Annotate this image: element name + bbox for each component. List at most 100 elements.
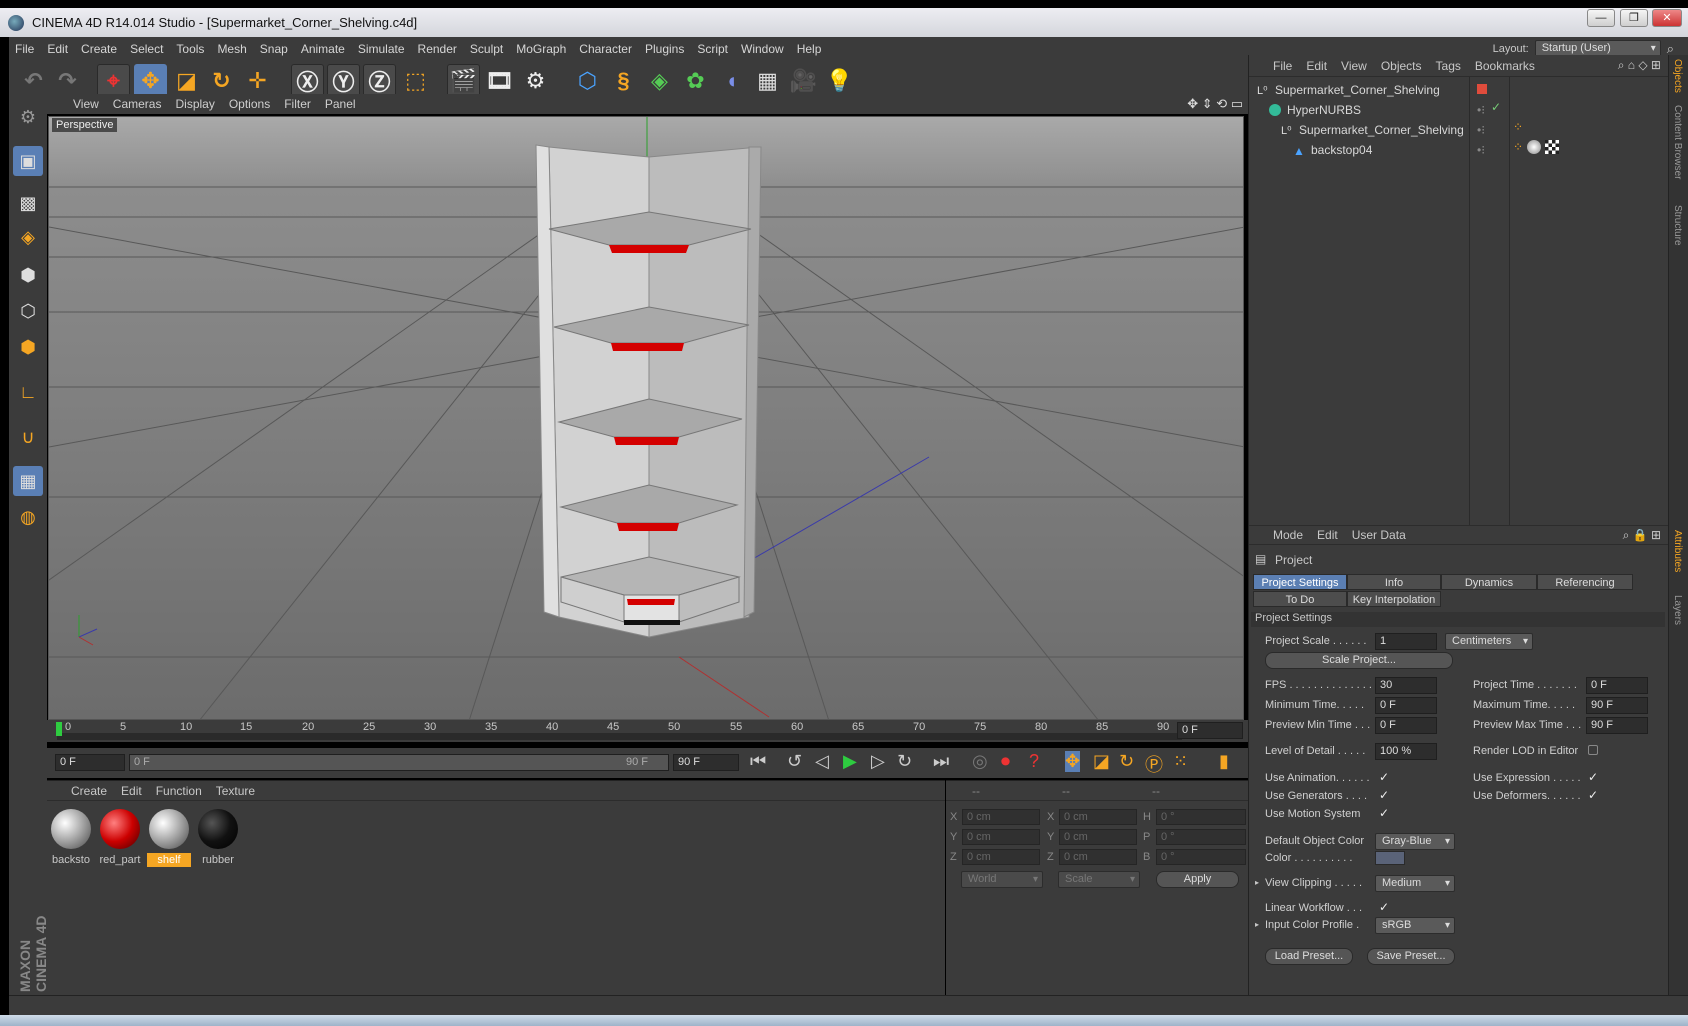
workplane-icon[interactable]: ◈ [13, 222, 43, 252]
coordinate-system-icon[interactable]: ⬚ [399, 64, 432, 97]
scale-project-button[interactable]: Scale Project... [1265, 652, 1453, 669]
preview-max-field[interactable]: 90 F [1586, 717, 1648, 734]
rotation-h-field[interactable]: 0 ° [1156, 809, 1246, 825]
preview-min-field[interactable]: 0 F [1375, 717, 1437, 734]
rotate-tool-icon[interactable]: ↻ [205, 64, 238, 97]
texture-tag-icon[interactable] [1545, 140, 1559, 154]
size-x-field[interactable]: 0 cm [1059, 809, 1137, 825]
tab-todo[interactable]: To Do [1253, 591, 1347, 607]
fps-field[interactable]: 30 [1375, 677, 1437, 694]
menu-render[interactable]: Render [418, 42, 457, 56]
material-rubber[interactable]: rubber [196, 809, 240, 867]
rotation-p-field[interactable]: 0 ° [1156, 829, 1246, 845]
scale-tool-icon[interactable]: ◪ [170, 64, 203, 97]
play-icon[interactable]: ▶ [843, 751, 857, 772]
redo-icon[interactable]: ↷ [51, 64, 84, 97]
use-expression-checkbox[interactable]: ✓ [1588, 771, 1600, 783]
step-back-icon[interactable]: ◁ [815, 751, 829, 772]
rotation-b-field[interactable]: 0 ° [1156, 849, 1246, 865]
side-tab-structure[interactable]: Structure [1672, 205, 1683, 246]
tab-dynamics[interactable]: Dynamics [1441, 574, 1537, 590]
layer-color-swatch[interactable] [1477, 84, 1487, 94]
lod-field[interactable]: 100 % [1375, 743, 1437, 760]
model-mode-icon[interactable]: ▣ [13, 146, 43, 176]
light-icon[interactable]: 💡 [823, 64, 856, 97]
max-time-field[interactable]: 90 F [1586, 697, 1648, 714]
coord-world-select[interactable]: World [961, 871, 1043, 888]
menu-character[interactable]: Character [579, 42, 632, 56]
side-tab-layers[interactable]: Layers [1672, 595, 1683, 625]
tab-referencing[interactable]: Referencing [1537, 574, 1633, 590]
visibility-dots[interactable]: •⁝ [1477, 143, 1485, 157]
points-mode-icon[interactable]: ⬢ [13, 260, 43, 290]
linear-workflow-checkbox[interactable]: ✓ [1379, 901, 1391, 913]
array-icon[interactable]: ✿ [679, 64, 712, 97]
object-toolbar-icons[interactable]: ⌕ ⌂ ◇ ⊞ [1618, 58, 1661, 73]
input-color-profile-select[interactable]: sRGB [1375, 917, 1455, 934]
tab-info[interactable]: Info [1347, 574, 1441, 590]
goto-start-icon[interactable]: ⏮ [750, 751, 766, 772]
step-forward-icon[interactable]: ▷ [871, 751, 885, 772]
object-menu-file[interactable]: File [1273, 59, 1292, 73]
project-scale-field[interactable]: 1 [1375, 633, 1437, 650]
playhead[interactable] [56, 722, 62, 736]
use-deformers-checkbox[interactable]: ✓ [1588, 789, 1600, 801]
side-tab-content-browser[interactable]: Content Browser [1672, 105, 1683, 179]
tab-key-interpolation[interactable]: Key Interpolation [1347, 591, 1441, 607]
menu-mesh[interactable]: Mesh [217, 42, 246, 56]
object-menu-edit[interactable]: Edit [1306, 59, 1327, 73]
key-scale-icon[interactable]: ◪ [1093, 751, 1110, 772]
record-keys-icon[interactable]: ⏺ [1001, 751, 1010, 772]
key-position-icon[interactable]: ✥ [1065, 751, 1081, 772]
menu-tools[interactable]: Tools [176, 42, 204, 56]
material-menu-texture[interactable]: Texture [216, 784, 255, 798]
attr-menu-mode[interactable]: Mode [1273, 528, 1303, 542]
axis-mode-icon[interactable]: ∟ [13, 377, 43, 407]
menu-edit[interactable]: Edit [47, 42, 68, 56]
phong-tag-icon[interactable]: ⁘ [1513, 140, 1523, 154]
attr-menu-edit[interactable]: Edit [1317, 528, 1338, 542]
corner-shelf-model[interactable] [535, 144, 762, 638]
menu-sculpt[interactable]: Sculpt [470, 42, 503, 56]
use-animation-checkbox[interactable]: ✓ [1379, 771, 1391, 783]
material-menu-create[interactable]: Create [71, 784, 107, 798]
nurbs-icon[interactable]: ◈ [643, 64, 676, 97]
material-menu-function[interactable]: Function [156, 784, 202, 798]
camera-icon[interactable]: 🎥 [787, 64, 820, 97]
side-tab-objects[interactable]: Objects [1672, 59, 1683, 93]
render-settings-icon[interactable]: ⚙ [519, 64, 552, 97]
object-row[interactable]: HyperNURBS [1249, 100, 1469, 120]
enabled-check-icon[interactable]: ✓ [1491, 100, 1501, 114]
timeline-layout-icon[interactable]: ▮ [1219, 751, 1229, 772]
spline-icon[interactable]: § [607, 64, 640, 97]
next-key-icon[interactable]: ↻ [897, 751, 912, 772]
viewport-menu-options[interactable]: Options [229, 97, 270, 111]
x-axis-lock-icon[interactable]: Ⓧ [291, 64, 324, 97]
start-frame-field[interactable]: 0 F [55, 754, 125, 771]
render-lod-checkbox[interactable] [1588, 745, 1598, 755]
viewport-menu-filter[interactable]: Filter [284, 97, 311, 111]
live-selection-icon[interactable]: ⌖ [97, 64, 130, 97]
color-swatch[interactable] [1375, 851, 1405, 865]
render-view-icon[interactable]: 🎬 [447, 64, 480, 97]
coord-scale-select[interactable]: Scale [1058, 871, 1140, 888]
tab-project-settings[interactable]: Project Settings [1253, 574, 1347, 590]
size-y-field[interactable]: 0 cm [1059, 829, 1137, 845]
move-tool-icon[interactable]: ✥ [134, 64, 167, 97]
motion-record-icon[interactable]: ◎ [972, 751, 988, 772]
material-red-part[interactable]: red_part [98, 809, 142, 867]
object-menu-objects[interactable]: Objects [1381, 59, 1422, 73]
viewport-nav-icons[interactable]: ✥ ⇕ ⟲ ▭ [1187, 96, 1243, 112]
preview-range-slider[interactable]: 0 F 90 F [129, 754, 669, 771]
menu-simulate[interactable]: Simulate [358, 42, 405, 56]
goto-end-icon[interactable]: ⏭ [933, 751, 949, 772]
key-pla-icon[interactable]: ⁙ [1173, 751, 1188, 772]
expand-arrow-icon[interactable]: ▸ [1255, 878, 1259, 887]
min-time-field[interactable]: 0 F [1375, 697, 1437, 714]
minimize-button[interactable]: — [1587, 9, 1615, 27]
object-menu-view[interactable]: View [1341, 59, 1367, 73]
material-menu-edit[interactable]: Edit [121, 784, 142, 798]
object-menu-tags[interactable]: Tags [1436, 59, 1461, 73]
cube-primitive-icon[interactable]: ⬡ [571, 64, 604, 97]
viewport-menu-view[interactable]: View [73, 97, 99, 111]
